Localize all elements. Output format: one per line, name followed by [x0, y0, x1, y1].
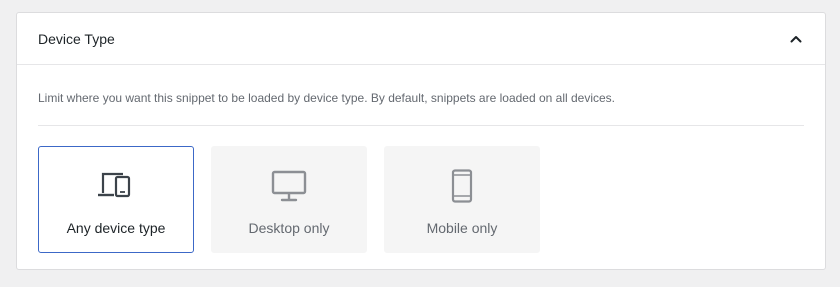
devices-icon	[98, 169, 134, 203]
option-label: Any device type	[66, 220, 166, 236]
option-label: Mobile only	[426, 220, 498, 236]
chevron-up-icon	[790, 35, 802, 42]
panel-body: Limit where you want this snippet to be …	[17, 65, 825, 253]
desktop-icon	[271, 169, 307, 203]
mobile-icon	[451, 169, 473, 203]
device-type-panel: Device Type Limit where you want this sn…	[16, 12, 826, 270]
option-any-device[interactable]: Any device type	[38, 146, 194, 253]
device-options: Any device type Desktop only Mobile only	[38, 126, 804, 253]
collapse-button[interactable]	[784, 27, 808, 51]
option-desktop-only[interactable]: Desktop only	[211, 146, 367, 253]
panel-title: Device Type	[38, 30, 115, 47]
option-label: Desktop only	[248, 220, 330, 236]
option-mobile-only[interactable]: Mobile only	[384, 146, 540, 253]
panel-description: Limit where you want this snippet to be …	[38, 65, 804, 126]
panel-header[interactable]: Device Type	[17, 13, 825, 65]
